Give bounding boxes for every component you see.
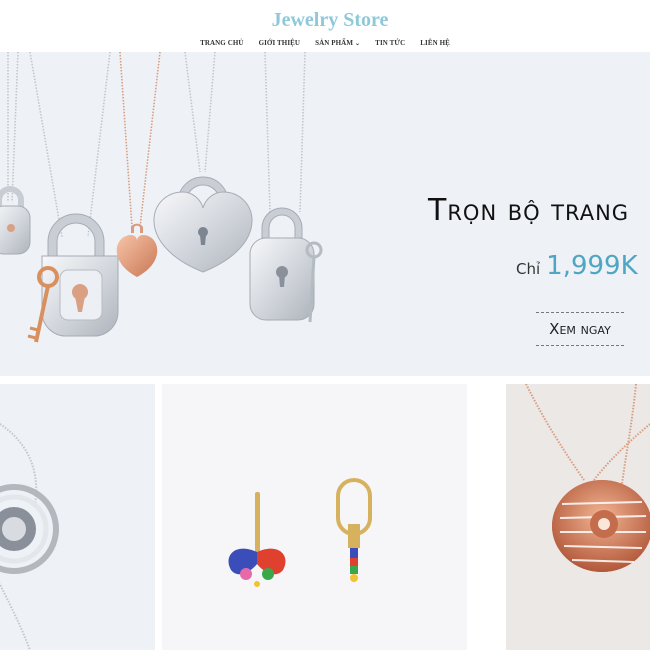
rose-heart-icon [116, 223, 158, 277]
nav-label: SẢN PHẨM [315, 39, 354, 47]
nav-item-home[interactable]: TRANG CHỦ [200, 39, 244, 47]
nav-label: TIN TỨC [375, 39, 406, 47]
main-nav: TRANG CHỦ GIỚI THIỆU SẢN PHẨM ⌄ TIN TỨC L… [0, 39, 650, 47]
small-silver-lock-icon [0, 186, 31, 255]
silver-heart-lock-icon [153, 176, 253, 273]
nav-item-news[interactable]: TIN TỨC [375, 39, 405, 47]
product-card-silver-pendant[interactable] [0, 384, 155, 650]
silver-pendant-icon [0, 423, 59, 650]
silver-lock-icon [27, 213, 119, 343]
view-now-button[interactable]: Xem ngay [536, 312, 624, 346]
nav-label: GIỚI THIỆU [258, 39, 301, 47]
price-value: 1,999K [546, 251, 638, 281]
nav-item-about[interactable]: GIỚI THIỆU [259, 39, 301, 47]
site-header: Jewelry Store TRANG CHỦ GIỚI THIỆU SẢN P… [0, 0, 650, 52]
nav-item-contact[interactable]: LIÊN HỆ [420, 39, 450, 47]
nav-label: TRANG CHỦ [200, 39, 244, 47]
hero-title: Trọn bộ trang [428, 193, 630, 228]
product-grid [0, 384, 650, 650]
chevron-down-icon: ⌄ [355, 41, 361, 47]
product-card-butterfly-earrings[interactable] [162, 384, 467, 650]
product-card-rose-gold-pendant[interactable] [506, 384, 650, 650]
rose-gold-pendant-icon [525, 384, 650, 572]
silver-key-lock-icon [249, 207, 323, 323]
hero-price: Chỉ 1,999K [516, 251, 638, 281]
butterfly-earrings-icon [228, 478, 372, 587]
brand-logo[interactable]: Jewelry Store [0, 9, 650, 32]
nav-item-products[interactable]: SẢN PHẨM ⌄ [315, 39, 360, 47]
hero-banner[interactable]: Trọn bộ trang Chỉ 1,999K Xem ngay [0, 52, 650, 376]
price-prefix: Chỉ [516, 260, 541, 278]
nav-label: LIÊN HỆ [420, 39, 450, 47]
